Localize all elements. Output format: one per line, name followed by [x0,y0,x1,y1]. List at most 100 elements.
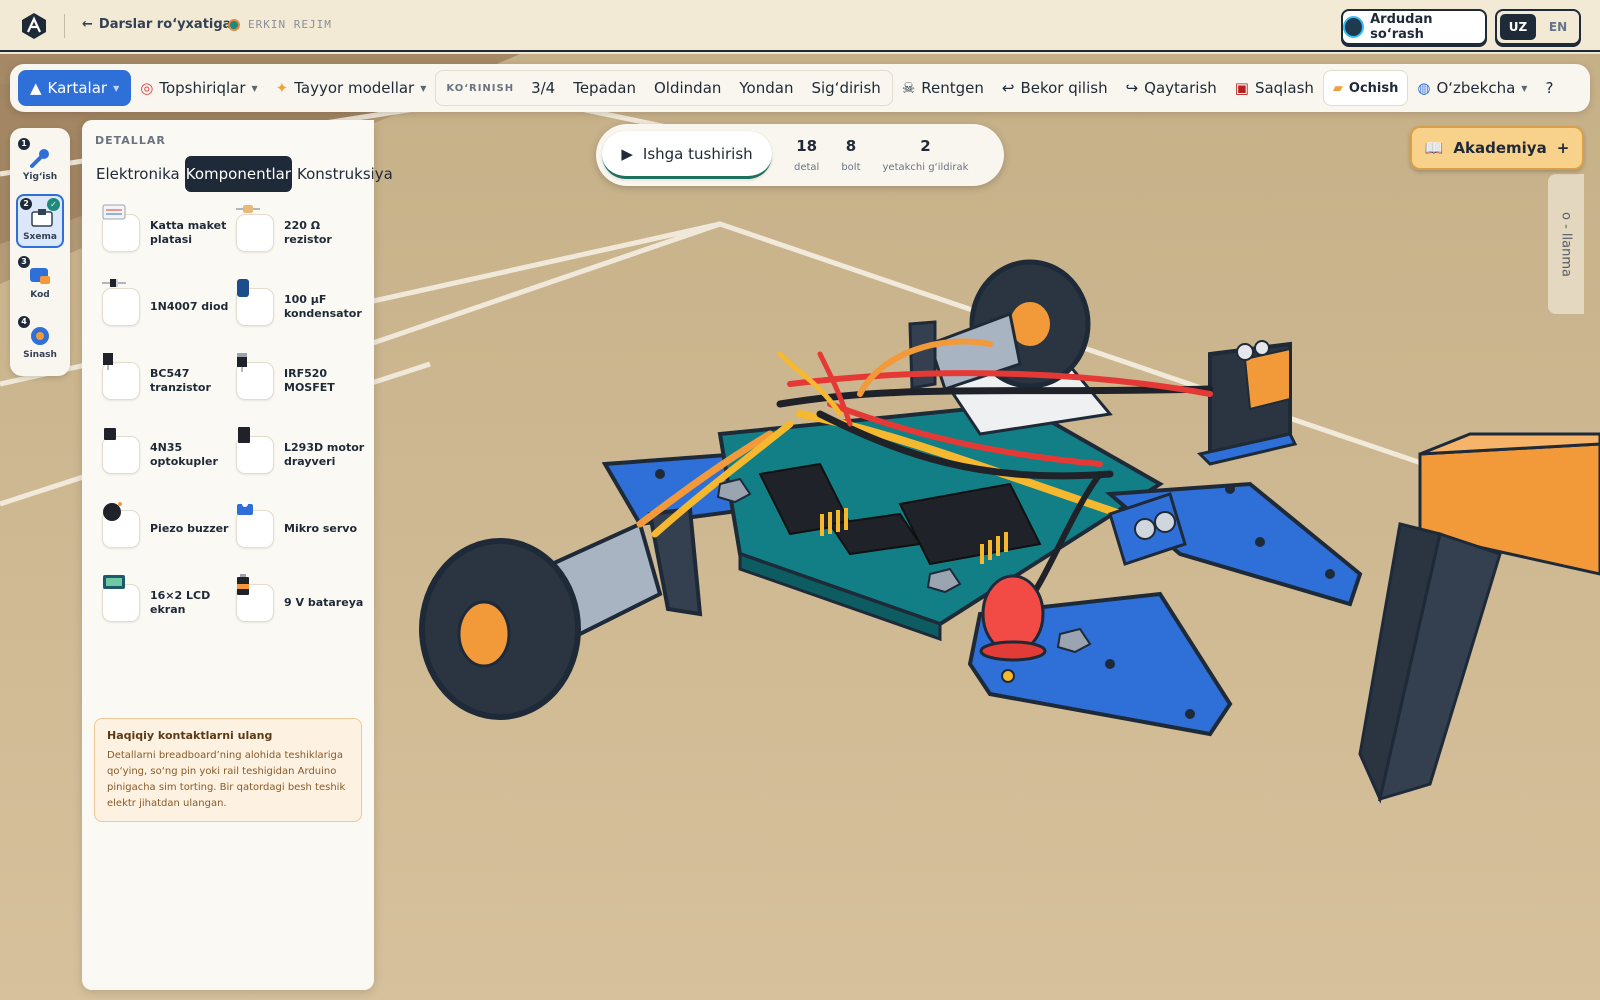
stat-label: bolt [841,161,861,173]
component-name: 4N35 optokupler [150,441,218,468]
arrow-left-icon: ← [82,17,93,32]
mode-indicator: ERKIN REJIM [228,18,332,31]
open-label: Ochish [1348,80,1399,96]
back-to-lessons-link[interactable]: ← Darslar ro‘yxatiga [82,17,231,32]
mosfet-icon [236,353,274,400]
steps-rail: 1 Yig‘ish 2 ✓ Sxema 3 Kod 4 Sinash [10,128,70,376]
models-menu-button[interactable]: ✦ Tayyor modellar ▼ [267,70,436,106]
guide-side-tab[interactable]: o - llanma [1548,174,1584,314]
view-label: KO‘RINISH [446,82,515,94]
component-diode[interactable]: 1N4007 diod [102,278,232,336]
step-test[interactable]: 4 Sinash [16,314,64,368]
chip-icon [102,428,140,474]
view-34-button[interactable]: 3/4 [522,70,564,106]
models-label: Tayyor modellar [294,79,415,97]
hint-box: Haqiqiy kontaktlarni ulang Detallarni br… [94,718,362,822]
globe-icon: ◍ [1417,79,1431,97]
stat-value: 2 [920,136,931,155]
component-motor-driver[interactable]: L293D motor drayveri [236,426,366,484]
component-name: 16×2 LCD ekran [150,589,211,616]
component-breadboard[interactable]: Katta maket platasi [102,204,232,262]
component-servo[interactable]: Mikro servo [236,500,366,558]
capacitor-icon [236,279,274,326]
caret-down-icon: ▼ [1521,83,1528,93]
redo-icon: ↪ [1125,79,1139,97]
lcd-icon [102,575,140,622]
step-label: Sxema [23,232,57,242]
component-transistor[interactable]: BC547 tranzistor [102,352,232,410]
component-resistor[interactable]: 220 Ω rezistor [236,204,366,262]
workspace-3d-viewport[interactable]: ▲ Kartalar ▼ ◎ Topshiriqlar ▼ ✦ Tayyor m… [0,54,1600,1000]
view-top-button[interactable]: Tepadan [564,70,645,106]
redo-label: Qaytarish [1144,79,1217,97]
parts-tabs: Elektronika Komponentlar Konstruksiya [95,156,394,192]
robot-avatar-icon [1343,16,1365,38]
component-name: Mikro servo [284,522,358,535]
undo-button[interactable]: ↩ Bekor qilish [993,70,1117,106]
component-name: IRF520 MOSFET [284,367,335,394]
redo-button[interactable]: ↪ Qaytarish [1117,70,1226,106]
component-optocoupler[interactable]: 4N35 optokupler [102,426,232,484]
ask-ardu-button[interactable]: Ardudan so‘rash [1341,9,1487,45]
caret-down-icon: ▼ [420,83,427,93]
run-button[interactable]: ▶ Ishga tushirish [602,131,772,179]
language-select[interactable]: ◍ O‘zbekcha ▼ [1408,70,1536,106]
view-side-button[interactable]: Yondan [730,70,802,106]
component-capacitor[interactable]: 100 µF kondensator [236,278,366,336]
view-fit-button[interactable]: Sig‘dirish [802,70,889,106]
step-assemble[interactable]: 1 Yig‘ish [16,136,64,190]
component-battery[interactable]: 9 V batareya [236,574,366,632]
step-code[interactable]: 3 Kod [16,254,64,308]
target-icon: ◎ [140,79,154,97]
component-name: L293D motor drayveri [284,441,365,468]
ask-label: Ardudan so‘rash [1370,12,1433,42]
component-mosfet[interactable]: IRF520 MOSFET [236,352,366,410]
component-buzzer[interactable]: Piezo buzzer [102,500,232,558]
app-logo-icon[interactable] [20,12,48,40]
component-name: 100 µF kondensator [284,293,362,320]
open-button[interactable]: ▰ Ochish [1322,70,1409,106]
hint-text: Detallarni breadboard’ning alohida teshi… [107,750,346,809]
tasks-menu-button[interactable]: ◎ Topshiriqlar ▼ [131,70,266,106]
book-icon: 📖 [1424,139,1444,157]
component-name: BC547 tranzistor [150,367,211,394]
component-name: Katta maket platasi [150,219,227,246]
play-icon: ▶ [621,144,633,163]
lang-uz-button[interactable]: UZ [1500,14,1536,40]
save-button[interactable]: ▣ Saqlash [1226,70,1323,106]
tasks-label: Topshiriqlar [159,79,246,97]
tab-electronics[interactable]: Elektronika [95,156,181,192]
xray-label: Rentgen [921,79,984,97]
tab-construction[interactable]: Konstruksiya [296,156,394,192]
triangle-icon: ▲ [30,79,42,97]
language-switch: UZ EN [1495,9,1581,45]
breadboard-icon [31,209,53,227]
component-lcd[interactable]: 16×2 LCD ekran [102,574,232,632]
save-label: Saqlash [1254,79,1314,97]
view-front-button[interactable]: Oldindan [645,70,730,106]
gear-icon [31,327,49,345]
tab-components[interactable]: Komponentlar [184,156,292,192]
stat-label: detal [794,161,820,173]
caret-down-icon: ▼ [251,83,258,93]
cards-label: Kartalar [47,79,108,97]
stat-label: yetakchi g‘ildirak [882,161,969,173]
sparkle-icon: ✦ [275,79,289,97]
top-bar: ← Darslar ro‘yxatiga ERKIN REJIM Ardudan… [0,0,1600,52]
undo-icon: ↩ [1001,79,1015,97]
plus-icon: + [1556,139,1570,157]
component-name: 1N4007 diod [150,300,229,313]
step-label: Kod [30,290,50,300]
caret-down-icon: ▼ [113,83,120,93]
academy-button[interactable]: 📖 Akademiya + [1410,126,1584,170]
xray-button[interactable]: ☠ Rentgen [893,70,993,106]
chip-icon [236,427,274,474]
help-button[interactable]: ? [1536,70,1562,106]
stat-drive-wheels: 2 yetakchi g‘ildirak [883,137,969,174]
component-name: 220 Ω rezistor [284,219,332,246]
cards-menu-button[interactable]: ▲ Kartalar ▼ [18,70,132,106]
step-schema[interactable]: 2 ✓ Sxema [16,194,64,248]
stat-value: 18 [796,136,818,155]
breadboard-icon [102,204,140,252]
lang-en-button[interactable]: EN [1540,14,1576,40]
